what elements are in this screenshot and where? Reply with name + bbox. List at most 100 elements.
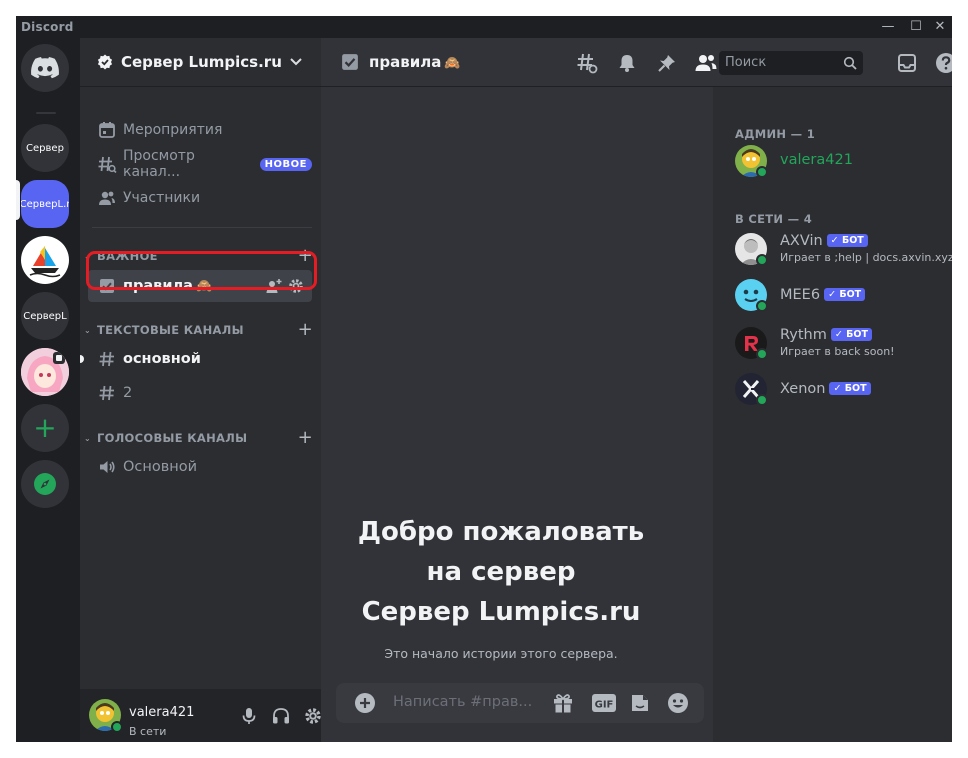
nav-events[interactable]: Мероприятия <box>88 114 312 146</box>
unread-indicator <box>80 355 84 363</box>
member-item[interactable]: AXVin ✓ БОТ Играет в ;help | docs.axvin.x… <box>735 229 952 271</box>
compass-icon <box>34 473 56 495</box>
member-list: АДМИН — 1 valera421 В СЕТИ — 4 AXVin ✓ БО… <box>713 87 952 742</box>
header-channel-title: правила <box>369 53 442 71</box>
home-button[interactable] <box>21 44 69 92</box>
channel-header: правила 🙈 Поиск <box>321 38 952 87</box>
help-button[interactable] <box>935 52 952 74</box>
member-activity: Играет в ;help | docs.axvin.xyz <box>780 251 952 264</box>
member-group-title: АДМИН — 1 <box>735 127 816 141</box>
collapse-caret-icon: ⌄ <box>83 325 91 335</box>
minimize-button[interactable]: — <box>876 18 900 36</box>
current-user-status: В сети <box>129 725 167 738</box>
welcome-subtitle: Это начало истории этого сервера. <box>384 646 618 661</box>
chevron-down-icon[interactable] <box>287 52 305 70</box>
speaker-icon <box>97 457 117 477</box>
message-input-placeholder[interactable]: Написать #прав... <box>393 694 532 710</box>
inbox-button[interactable] <box>896 52 918 74</box>
hash-icon <box>97 383 117 403</box>
channel-name: основной <box>123 351 201 367</box>
anime-avatar-icon <box>21 348 69 396</box>
user-panel: valera421 В сети <box>80 689 321 742</box>
gif-button[interactable]: GIF <box>591 692 617 714</box>
channel-name: 2 <box>123 385 133 401</box>
nav-members[interactable]: Участники <box>88 182 312 214</box>
online-status-dot <box>756 348 768 360</box>
create-channel-icon[interactable]: + <box>298 319 313 340</box>
member-name-text: MEE6 <box>780 287 821 303</box>
headphones-icon <box>273 708 289 724</box>
search-placeholder: Поиск <box>725 55 767 70</box>
member-item[interactable]: MEE6 ✓ БОТ <box>735 275 950 317</box>
guild-anime[interactable] <box>21 348 69 396</box>
member-name: AXVin ✓ БОТ <box>780 233 868 249</box>
member-item[interactable]: valera421 <box>735 143 950 185</box>
member-name-text: Rythm <box>780 327 827 343</box>
threads-button[interactable] <box>576 52 598 74</box>
category-voice[interactable]: ⌄ ГОЛОСОВЫЕ КАНАЛЫ + <box>83 427 313 448</box>
member-list-toggle[interactable] <box>695 52 717 74</box>
user-settings-button[interactable] <box>303 706 323 726</box>
explore-button[interactable] <box>21 460 69 508</box>
bot-check-icon: ✓ <box>828 289 837 300</box>
online-status-dot <box>756 254 768 266</box>
welcome-title-line: на сервер <box>426 557 576 587</box>
channel-2[interactable]: 2 <box>88 377 312 409</box>
channel-main[interactable]: основной <box>80 343 312 375</box>
nav-label: Просмотр канал... <box>123 148 195 180</box>
new-badge: НОВОЕ <box>259 157 312 171</box>
header-channel-name: правила 🙈 <box>369 53 461 71</box>
guild-label: СерверL <box>23 310 67 322</box>
bot-check-icon: ✓ <box>833 383 842 394</box>
welcome-section: Добро пожаловать на сервер Сервер Lumpic… <box>305 512 697 661</box>
close-button[interactable]: ✕ <box>928 18 952 36</box>
add-server-button[interactable]: + <box>21 404 69 452</box>
bot-tag-label: БОТ <box>844 383 867 394</box>
guild-server[interactable]: Сервер <box>21 124 69 172</box>
nav-label: Участники <box>123 190 201 206</box>
plus-circle-icon <box>355 693 375 713</box>
create-channel-icon[interactable]: + <box>298 427 313 448</box>
guild-lumpics[interactable]: СерверL.r <box>21 180 69 228</box>
headphones-button[interactable] <box>271 706 291 726</box>
member-activity: Играет в back soon! <box>780 345 895 358</box>
category-text[interactable]: ⌄ ТЕКСТОВЫЕ КАНАЛЫ + <box>83 319 313 340</box>
message-composer[interactable]: Написать #прав... GIF <box>336 683 704 723</box>
guild-sailboat[interactable] <box>21 236 69 284</box>
member-name: valera421 <box>780 152 853 168</box>
highlight-annotation <box>86 251 317 290</box>
channel-sidebar: Сервер Lumpics.ru Мероприятия Просмотр к… <box>80 38 321 742</box>
notifications-button[interactable] <box>616 52 638 74</box>
current-username: valera421 <box>129 705 195 720</box>
emoji-button[interactable] <box>667 692 689 714</box>
member-name-text: Xenon <box>780 381 826 397</box>
gift-button[interactable] <box>552 692 574 714</box>
microphone-button[interactable] <box>239 706 259 726</box>
member-item[interactable]: Rythm ✓ БОТ Играет в back soon! <box>735 323 950 365</box>
welcome-title-line: Добро пожаловать <box>357 517 645 547</box>
maximize-button[interactable]: ☐ <box>904 18 928 36</box>
active-guild-pill <box>16 180 20 220</box>
channel-name: Основной <box>123 459 198 475</box>
server-header[interactable]: Сервер Lumpics.ru <box>80 38 321 87</box>
category-name: ГОЛОСОВЫЕ КАНАЛЫ <box>97 431 248 445</box>
guild-label: Сервер <box>26 142 64 154</box>
member-name: Xenon ✓ БОТ <box>780 381 871 397</box>
member-name: Rythm ✓ БОТ <box>780 327 872 343</box>
online-status-dot <box>111 721 123 733</box>
server-name: Сервер Lumpics.ru <box>121 53 282 71</box>
guild-label: СерверL.r <box>21 198 69 210</box>
members-icon <box>97 188 117 208</box>
pinned-messages-button[interactable] <box>656 52 678 74</box>
sailboat-icon <box>29 246 61 278</box>
guild-serverl[interactable]: СерверL <box>21 292 69 340</box>
calendar-icon <box>97 120 117 140</box>
sticker-button[interactable] <box>629 692 651 714</box>
nav-browse-channels[interactable]: Просмотр канал... НОВОЕ <box>88 148 312 180</box>
gift-icon <box>554 694 572 713</box>
bot-tag: ✓ БОТ <box>824 288 866 301</box>
member-item[interactable]: Xenon ✓ БОТ <box>735 369 950 411</box>
search-input[interactable]: Поиск <box>719 51 863 75</box>
attach-button[interactable] <box>354 692 376 714</box>
channel-voice-main[interactable]: Основной <box>88 451 312 483</box>
